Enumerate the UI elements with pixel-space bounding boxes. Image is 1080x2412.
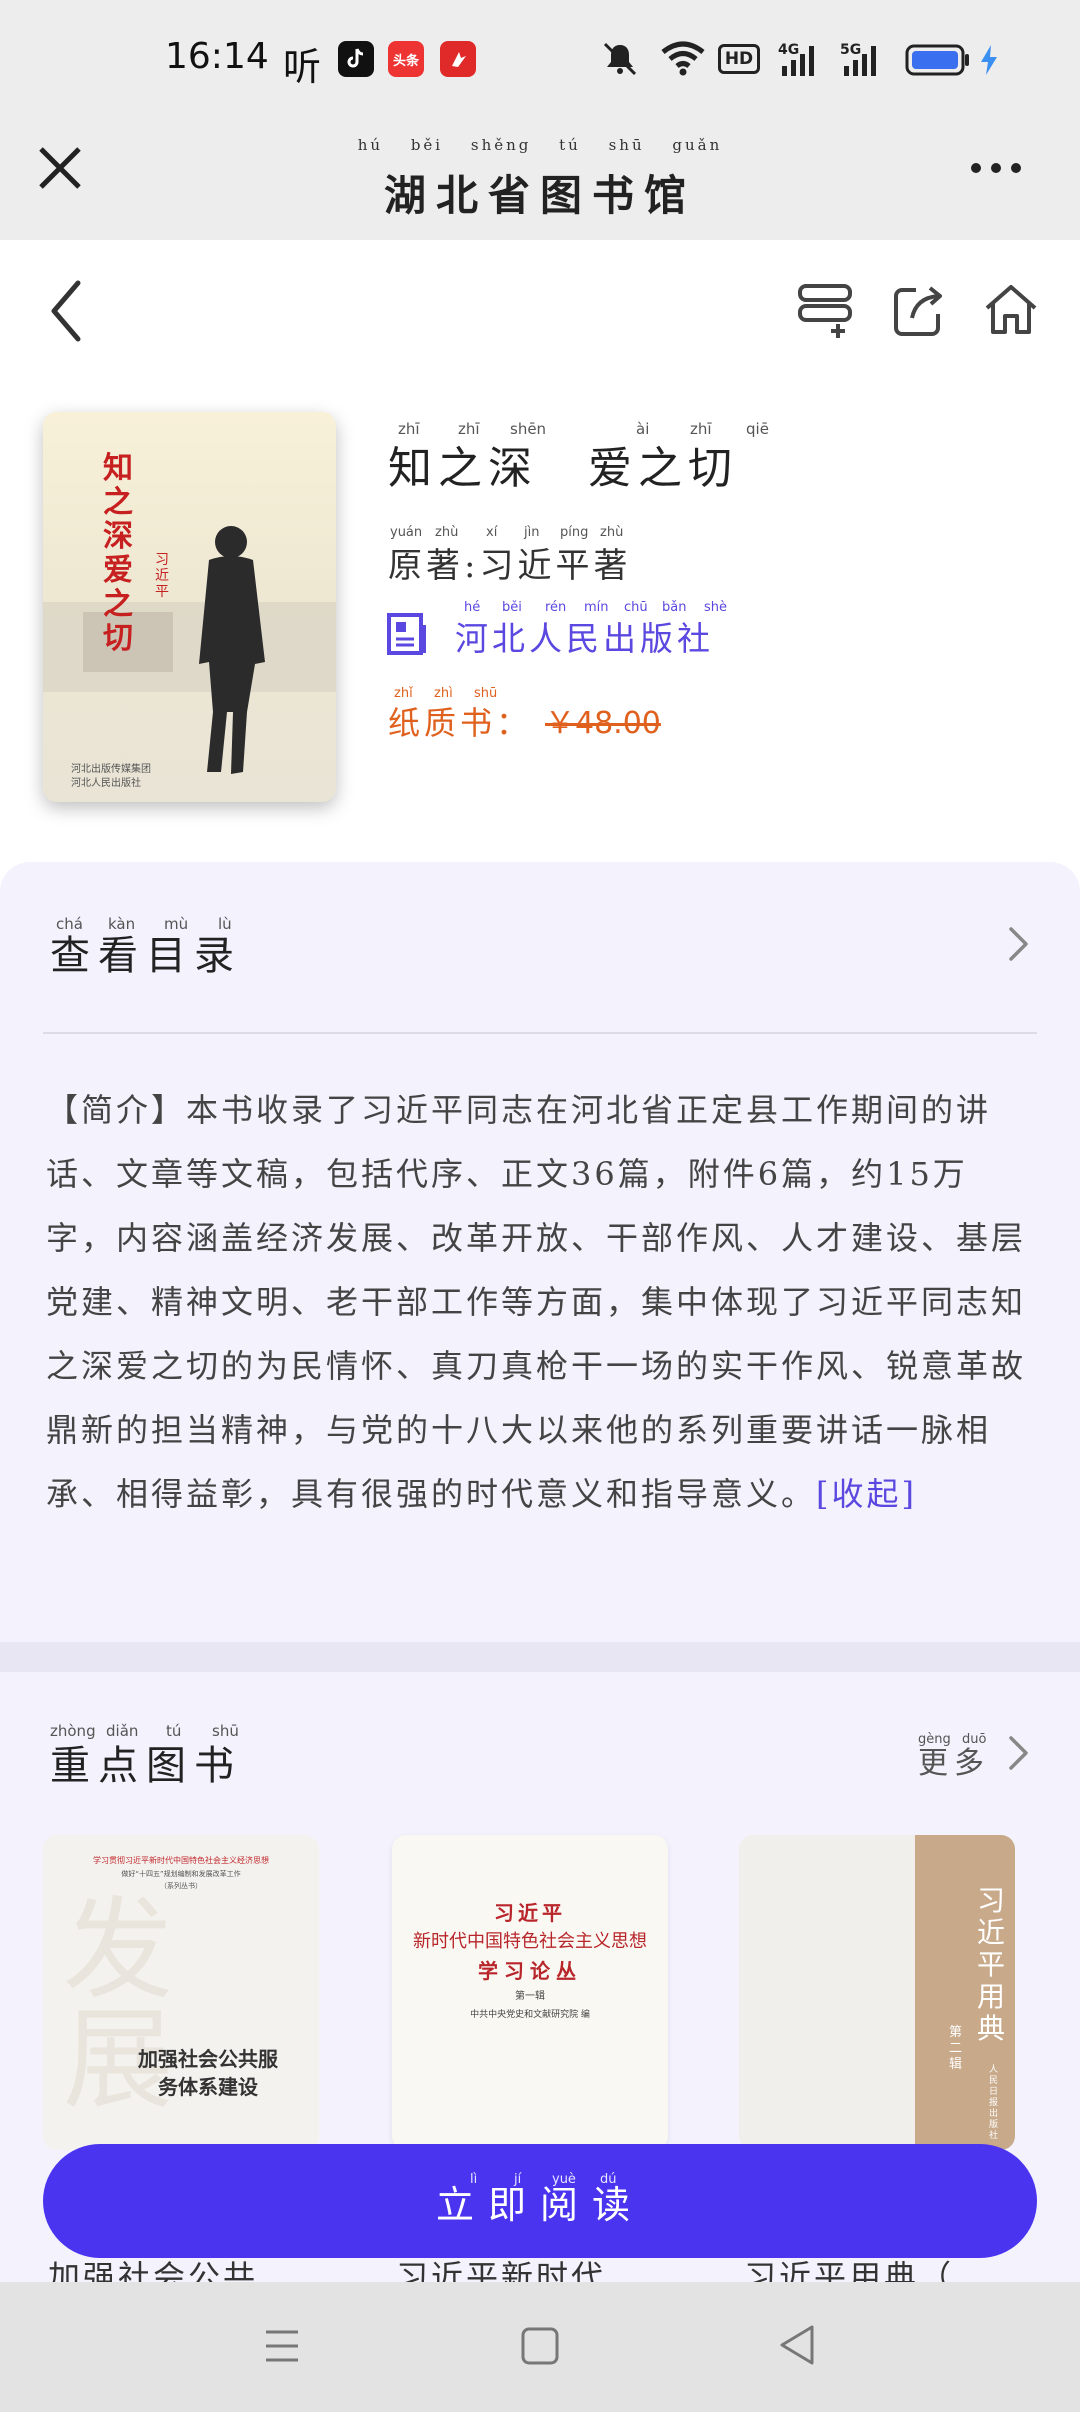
red-app-icon xyxy=(440,41,476,77)
cover-publisher-2: 河北人民出版社 xyxy=(71,778,141,789)
book-cover[interactable]: 知之深 爱之切 习近平 河北出版传媒集团 河北人民出版社 xyxy=(43,412,336,802)
read-pinyin-2: jí xyxy=(514,2172,522,2187)
chevron-left-icon xyxy=(51,280,81,342)
battery-icon xyxy=(905,44,971,76)
home-button[interactable] xyxy=(982,282,1040,338)
bookshelf-add-button[interactable] xyxy=(796,282,856,340)
book2-cover-line5: 中共中央党史和文献研究院 编 xyxy=(470,2010,590,2020)
ting-app-icon: 听 xyxy=(283,45,322,89)
more-chevron-icon[interactable] xyxy=(1006,1733,1032,1773)
menu-nav-button[interactable] xyxy=(262,2324,302,2368)
read-pinyin-1: lì xyxy=(470,2172,478,2187)
book2-cover-line1: 习近平 xyxy=(494,1901,566,1925)
cover-publisher-1: 河北出版传媒集团 xyxy=(71,764,151,775)
read-pinyin-4: dú xyxy=(600,2172,617,2187)
read-now-button[interactable]: 立即阅读 xyxy=(43,2144,1037,2258)
bookshelf-add-icon xyxy=(798,284,852,338)
toutiao-app-icon: 头条 xyxy=(388,41,424,77)
home-icon xyxy=(985,285,1037,334)
divider xyxy=(43,1032,1037,1034)
book2-cover-line4: 第一辑 xyxy=(515,1991,545,2002)
collapse-link[interactable]: [收起] xyxy=(816,1475,917,1513)
read-pinyin-3: yuè xyxy=(552,2172,576,2187)
book-publisher[interactable]: 河北人民出版社 xyxy=(455,612,714,660)
book3-cover-publisher: 人民日报出版社 xyxy=(989,2065,999,2141)
title-pinyin-6: qiē xyxy=(746,420,769,438)
section-gap xyxy=(0,1642,1080,1672)
more-dots-icon xyxy=(971,163,1021,173)
toc-link[interactable]: 查看目录 xyxy=(50,923,242,981)
book-cover-image xyxy=(43,412,336,802)
5g-signal-icon: 5G xyxy=(840,40,890,78)
toc-chevron-icon[interactable] xyxy=(1006,924,1032,964)
douyin-app-icon xyxy=(338,41,374,77)
charging-icon xyxy=(978,44,1000,76)
book1-cover-title: 加强社会公共服务体系建设 xyxy=(138,2047,278,2099)
svg-text:4G: 4G xyxy=(778,42,799,58)
cover-title: 知之深 爱之切 xyxy=(103,451,133,656)
back-triangle-icon xyxy=(780,2325,814,2365)
status-time: 16:14 xyxy=(165,36,269,77)
wifi-icon xyxy=(660,40,706,76)
4g-signal-icon: 4G xyxy=(778,40,828,78)
book3-cover-sub: 第二辑 xyxy=(949,2025,963,2072)
book-price: ￥48.00 xyxy=(545,706,661,741)
book-introduction: 【简介】本书收录了习近平同志在河北省正定县工作期间的讲话、文章等文稿，包括代序、… xyxy=(46,1078,1026,1526)
book-author: 原著:习近平著 xyxy=(388,546,632,586)
home-nav-button[interactable] xyxy=(519,2324,561,2368)
back-nav-button[interactable] xyxy=(776,2322,818,2368)
book-title: 知之深 爱之切 xyxy=(388,443,738,494)
featured-book-2[interactable]: 习近平 新时代中国特色社会主义思想 学习论丛 第一辑 中共中央党史和文献研究院 … xyxy=(392,1835,668,2150)
featured-title: 重点图书 xyxy=(50,1743,242,1789)
cover-author: 习近平 xyxy=(155,552,169,600)
price-label: 纸质书： xyxy=(388,704,533,742)
share-icon xyxy=(894,286,942,336)
book3-cover-title: 习近平用典 xyxy=(976,1884,1005,2045)
mute-icon xyxy=(600,40,640,78)
back-button[interactable] xyxy=(46,278,86,344)
hd-icon: HD xyxy=(718,44,760,74)
more-link[interactable]: 更多 xyxy=(918,1738,990,1782)
publisher-icon xyxy=(386,612,428,656)
more-options-button[interactable] xyxy=(966,150,1026,186)
svg-text:5G: 5G xyxy=(840,42,861,58)
book2-cover-line2: 新时代中国特色社会主义思想 xyxy=(413,1931,647,1952)
book1-cover-top: 学习贯彻习近平新时代中国特色社会主义经济思想 xyxy=(93,1856,269,1865)
title-pinyin: hú běi shěng tú shū guǎn xyxy=(357,136,723,154)
share-button[interactable] xyxy=(890,282,946,338)
menu-icon xyxy=(266,2330,298,2362)
featured-book-3[interactable]: 习近平用典 第二辑 人民日报出版社 xyxy=(739,1835,1015,2150)
featured-book-1[interactable]: 学习贯彻习近平新时代中国特色社会主义经济思想 做好“十四五”规划编制和发展改革工… xyxy=(43,1835,319,2150)
page-title: 湖北省图书馆 xyxy=(383,171,696,220)
intro-text: 【简介】本书收录了习近平同志在河北省正定县工作期间的讲话、文章等文稿，包括代序、… xyxy=(46,1091,1027,1513)
home-square-icon xyxy=(521,2327,559,2365)
book2-cover-line3: 学习论丛 xyxy=(478,1959,582,1983)
book1-cover-sub: 做好“十四五”规划编制和发展改革工作 xyxy=(121,1870,241,1878)
